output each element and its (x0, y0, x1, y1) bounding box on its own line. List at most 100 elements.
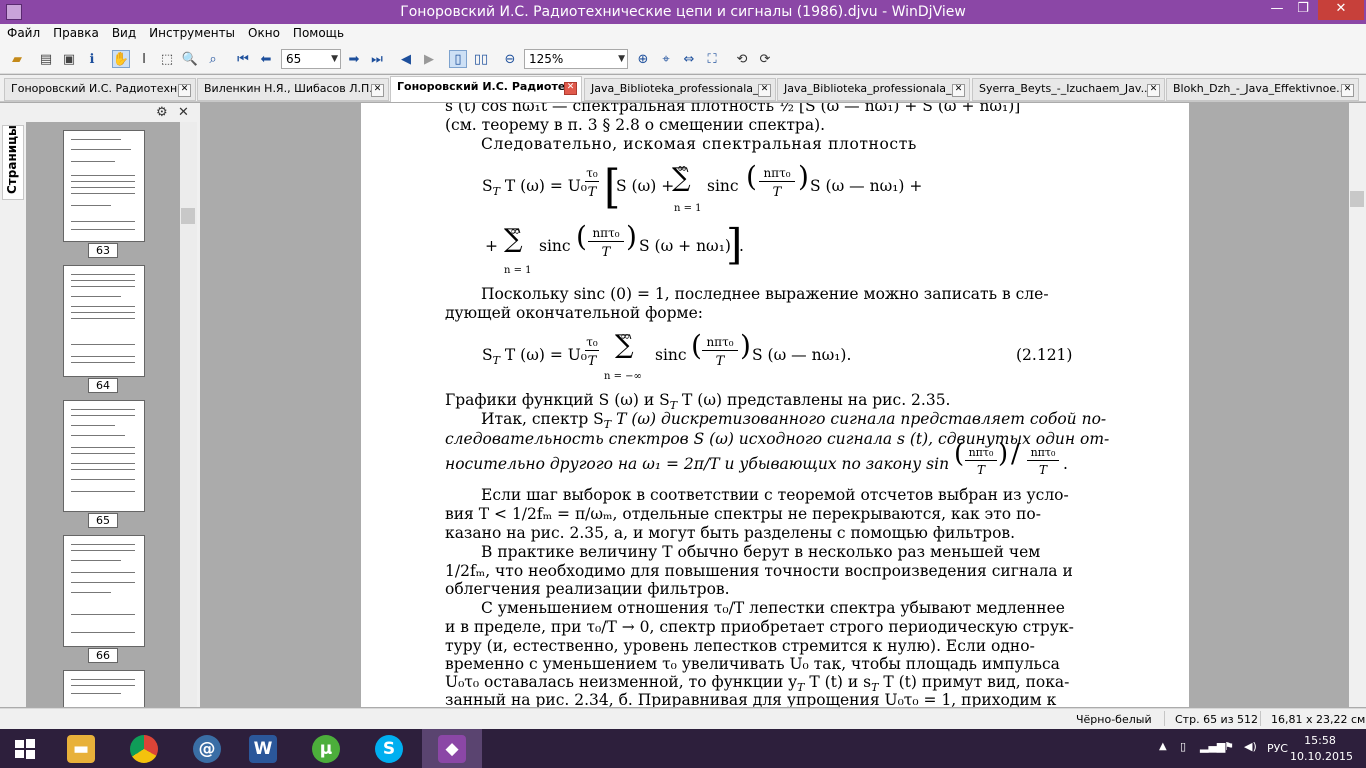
close-icon[interactable]: ✕ (371, 84, 384, 97)
paren-left: ( (746, 160, 757, 193)
menu-tools[interactable]: Инструменты (142, 24, 241, 40)
close-icon[interactable]: ✕ (178, 84, 191, 97)
thumbnail-page-67[interactable] (63, 670, 145, 707)
fit-width-icon[interactable]: ⇔ (680, 50, 698, 68)
flag-icon[interactable]: ⚑ (1224, 740, 1238, 753)
tab-document-3-active[interactable]: Гоноровский И.С. Радиоте... ✕ (390, 76, 582, 102)
chevron-up-icon[interactable]: ▲ (1159, 741, 1171, 752)
taskbar-chrome[interactable] (114, 729, 174, 768)
page-label-65: 65 (88, 513, 118, 528)
page-number-combo[interactable]: 65 ▼ (281, 49, 341, 69)
zoom-rect-icon[interactable]: ⌕ (204, 50, 222, 68)
frac-num: nπτ₀ (588, 226, 624, 242)
document-scrollbar[interactable] (1349, 103, 1366, 707)
volume-icon[interactable]: ◀) (1244, 740, 1258, 753)
division-slash: / (1011, 439, 1020, 469)
word-icon: W (249, 734, 277, 763)
back-icon[interactable]: ◀ (397, 50, 415, 68)
prev-page-icon[interactable]: ⬅ (257, 50, 275, 68)
gear-icon[interactable]: ⚙ (156, 105, 168, 120)
fit-page-icon[interactable]: ⌖ (657, 50, 675, 68)
close-icon[interactable]: ✕ (1341, 84, 1354, 97)
actual-size-icon[interactable]: ⛶ (703, 50, 721, 68)
rotate-right-icon[interactable]: ⟳ (756, 50, 774, 68)
zoom-out-icon[interactable]: ⊖ (501, 50, 519, 68)
language-indicator[interactable]: РУС (1267, 742, 1288, 755)
zoom-icon[interactable]: 🔍 (181, 50, 199, 68)
taskbar-utorrent[interactable]: µ (296, 729, 356, 768)
thumbnail-page-64[interactable] (63, 265, 145, 377)
taskbar-explorer[interactable]: ▬ (51, 729, 111, 768)
hand-tool-icon[interactable]: ✋ (112, 50, 130, 68)
taskbar-windjview[interactable]: ◆ (422, 729, 482, 768)
zoom-combo[interactable]: 125% ▼ (524, 49, 628, 69)
frac-den: T (715, 354, 725, 369)
tab-label: Java_Biblioteka_professionala_... (784, 82, 963, 95)
battery-icon[interactable]: ▯ (1180, 740, 1194, 753)
doc-line: носительно другого на ω₁ = 2π/T и убываю… (445, 455, 950, 473)
first-page-icon[interactable]: ⏮ (234, 50, 252, 68)
close-window-button[interactable]: ✕ (1318, 0, 1364, 20)
clock-time[interactable]: 15:58 (1290, 734, 1350, 747)
text-select-icon[interactable]: Ⅰ (135, 50, 153, 68)
utorrent-icon: µ (312, 734, 340, 763)
document-scroll-thumb[interactable] (1350, 191, 1364, 207)
tab-label: Гоноровский И.С. Радиотехн... (11, 82, 188, 95)
tab-document-7[interactable]: Blokh_Dzh_-_Java_Effektivnoe... ✕ (1166, 78, 1359, 101)
thumbnail-page-63[interactable] (63, 130, 145, 242)
menu-view[interactable]: Вид (105, 24, 142, 40)
close-sidebar-icon[interactable]: ✕ (178, 105, 189, 120)
close-icon[interactable]: ✕ (758, 84, 771, 97)
tab-pages[interactable]: Страницы (2, 125, 24, 200)
tab-document-6[interactable]: Syerra_Beyts_-_Izuchaem_Jav... ✕ (972, 78, 1165, 101)
taskbar-skype[interactable]: S (359, 729, 419, 768)
tab-document-2[interactable]: Виленкин Н.Я., Шибасов Л.П.... ✕ (197, 78, 389, 101)
thumbnail-page-65[interactable] (63, 400, 145, 512)
taskbar-word[interactable]: W (233, 729, 293, 768)
minimize-button[interactable]: — (1264, 0, 1290, 20)
single-page-icon[interactable]: ▯ (449, 50, 467, 68)
binoculars-icon[interactable]: ▣ (60, 50, 78, 68)
paren-right: ) (626, 220, 637, 253)
close-icon[interactable]: ✕ (952, 84, 965, 97)
tab-document-4[interactable]: Java_Biblioteka_professionala_... ✕ (584, 78, 776, 101)
next-page-icon[interactable]: ➡ (345, 50, 363, 68)
formula-text: T (ω) = U₀ (504, 177, 588, 195)
status-bar: Чёрно-белый Стр. 65 из 512 16,81 x 23,22… (0, 708, 1366, 729)
formula-text: sinc (655, 346, 687, 364)
windows-logo-icon (15, 738, 35, 759)
thumbnail-page-66[interactable] (63, 535, 145, 647)
sum-lower: n = 1 (674, 203, 702, 214)
doc-line: 1/2fₘ, что необходимо для повышения точн… (445, 562, 1073, 580)
rect-select-icon[interactable]: ⬚ (158, 50, 176, 68)
tab-document-5[interactable]: Java_Biblioteka_professionala_... ✕ (777, 78, 970, 101)
document-page[interactable]: s (t) cos nω₁t — спектральная плотность … (361, 103, 1189, 707)
menu-file[interactable]: Файл (0, 24, 46, 40)
start-button[interactable] (0, 729, 50, 768)
print-icon[interactable]: ▤ (37, 50, 55, 68)
thumbnail-pane[interactable]: 63 64 65 66 (26, 122, 180, 707)
close-icon[interactable]: ✕ (1147, 84, 1160, 97)
close-icon[interactable]: ✕ (564, 82, 577, 95)
doc-line: s (t) cos nω₁t — спектральная плотность … (445, 103, 1021, 115)
menu-help[interactable]: Помощь (286, 24, 350, 40)
page-size: 16,81 x 23,22 см (1271, 713, 1366, 726)
rotate-left-icon[interactable]: ⟲ (733, 50, 751, 68)
forward-icon[interactable]: ▶ (420, 50, 438, 68)
tab-document-1[interactable]: Гоноровский И.С. Радиотехн... ✕ (4, 78, 196, 101)
signal-icon[interactable]: ▂▄▆ (1200, 740, 1225, 753)
info-icon[interactable]: ℹ (83, 50, 101, 68)
page-indicator: Стр. 65 из 512 (1175, 713, 1259, 726)
sidebar-scroll-thumb[interactable] (181, 208, 195, 224)
taskbar-mail[interactable]: @ (177, 729, 237, 768)
clock-date[interactable]: 10.10.2015 (1290, 750, 1353, 763)
zoom-in-icon[interactable]: ⊕ (634, 50, 652, 68)
last-page-icon[interactable]: ⏭ (368, 50, 386, 68)
maximize-button[interactable]: ❐ (1290, 0, 1316, 20)
open-folder-icon[interactable]: ▰ (8, 50, 26, 68)
menu-edit[interactable]: Правка (46, 24, 105, 40)
taskbar: ▬ @ W µ S ◆ ▲ ▯ ▂▄▆ ⚑ ◀) РУС 15:58 10.10… (0, 729, 1366, 768)
two-page-icon[interactable]: ▯▯ (472, 50, 490, 68)
menu-window[interactable]: Окно (241, 24, 286, 40)
sidebar-scrollbar[interactable] (180, 122, 197, 707)
